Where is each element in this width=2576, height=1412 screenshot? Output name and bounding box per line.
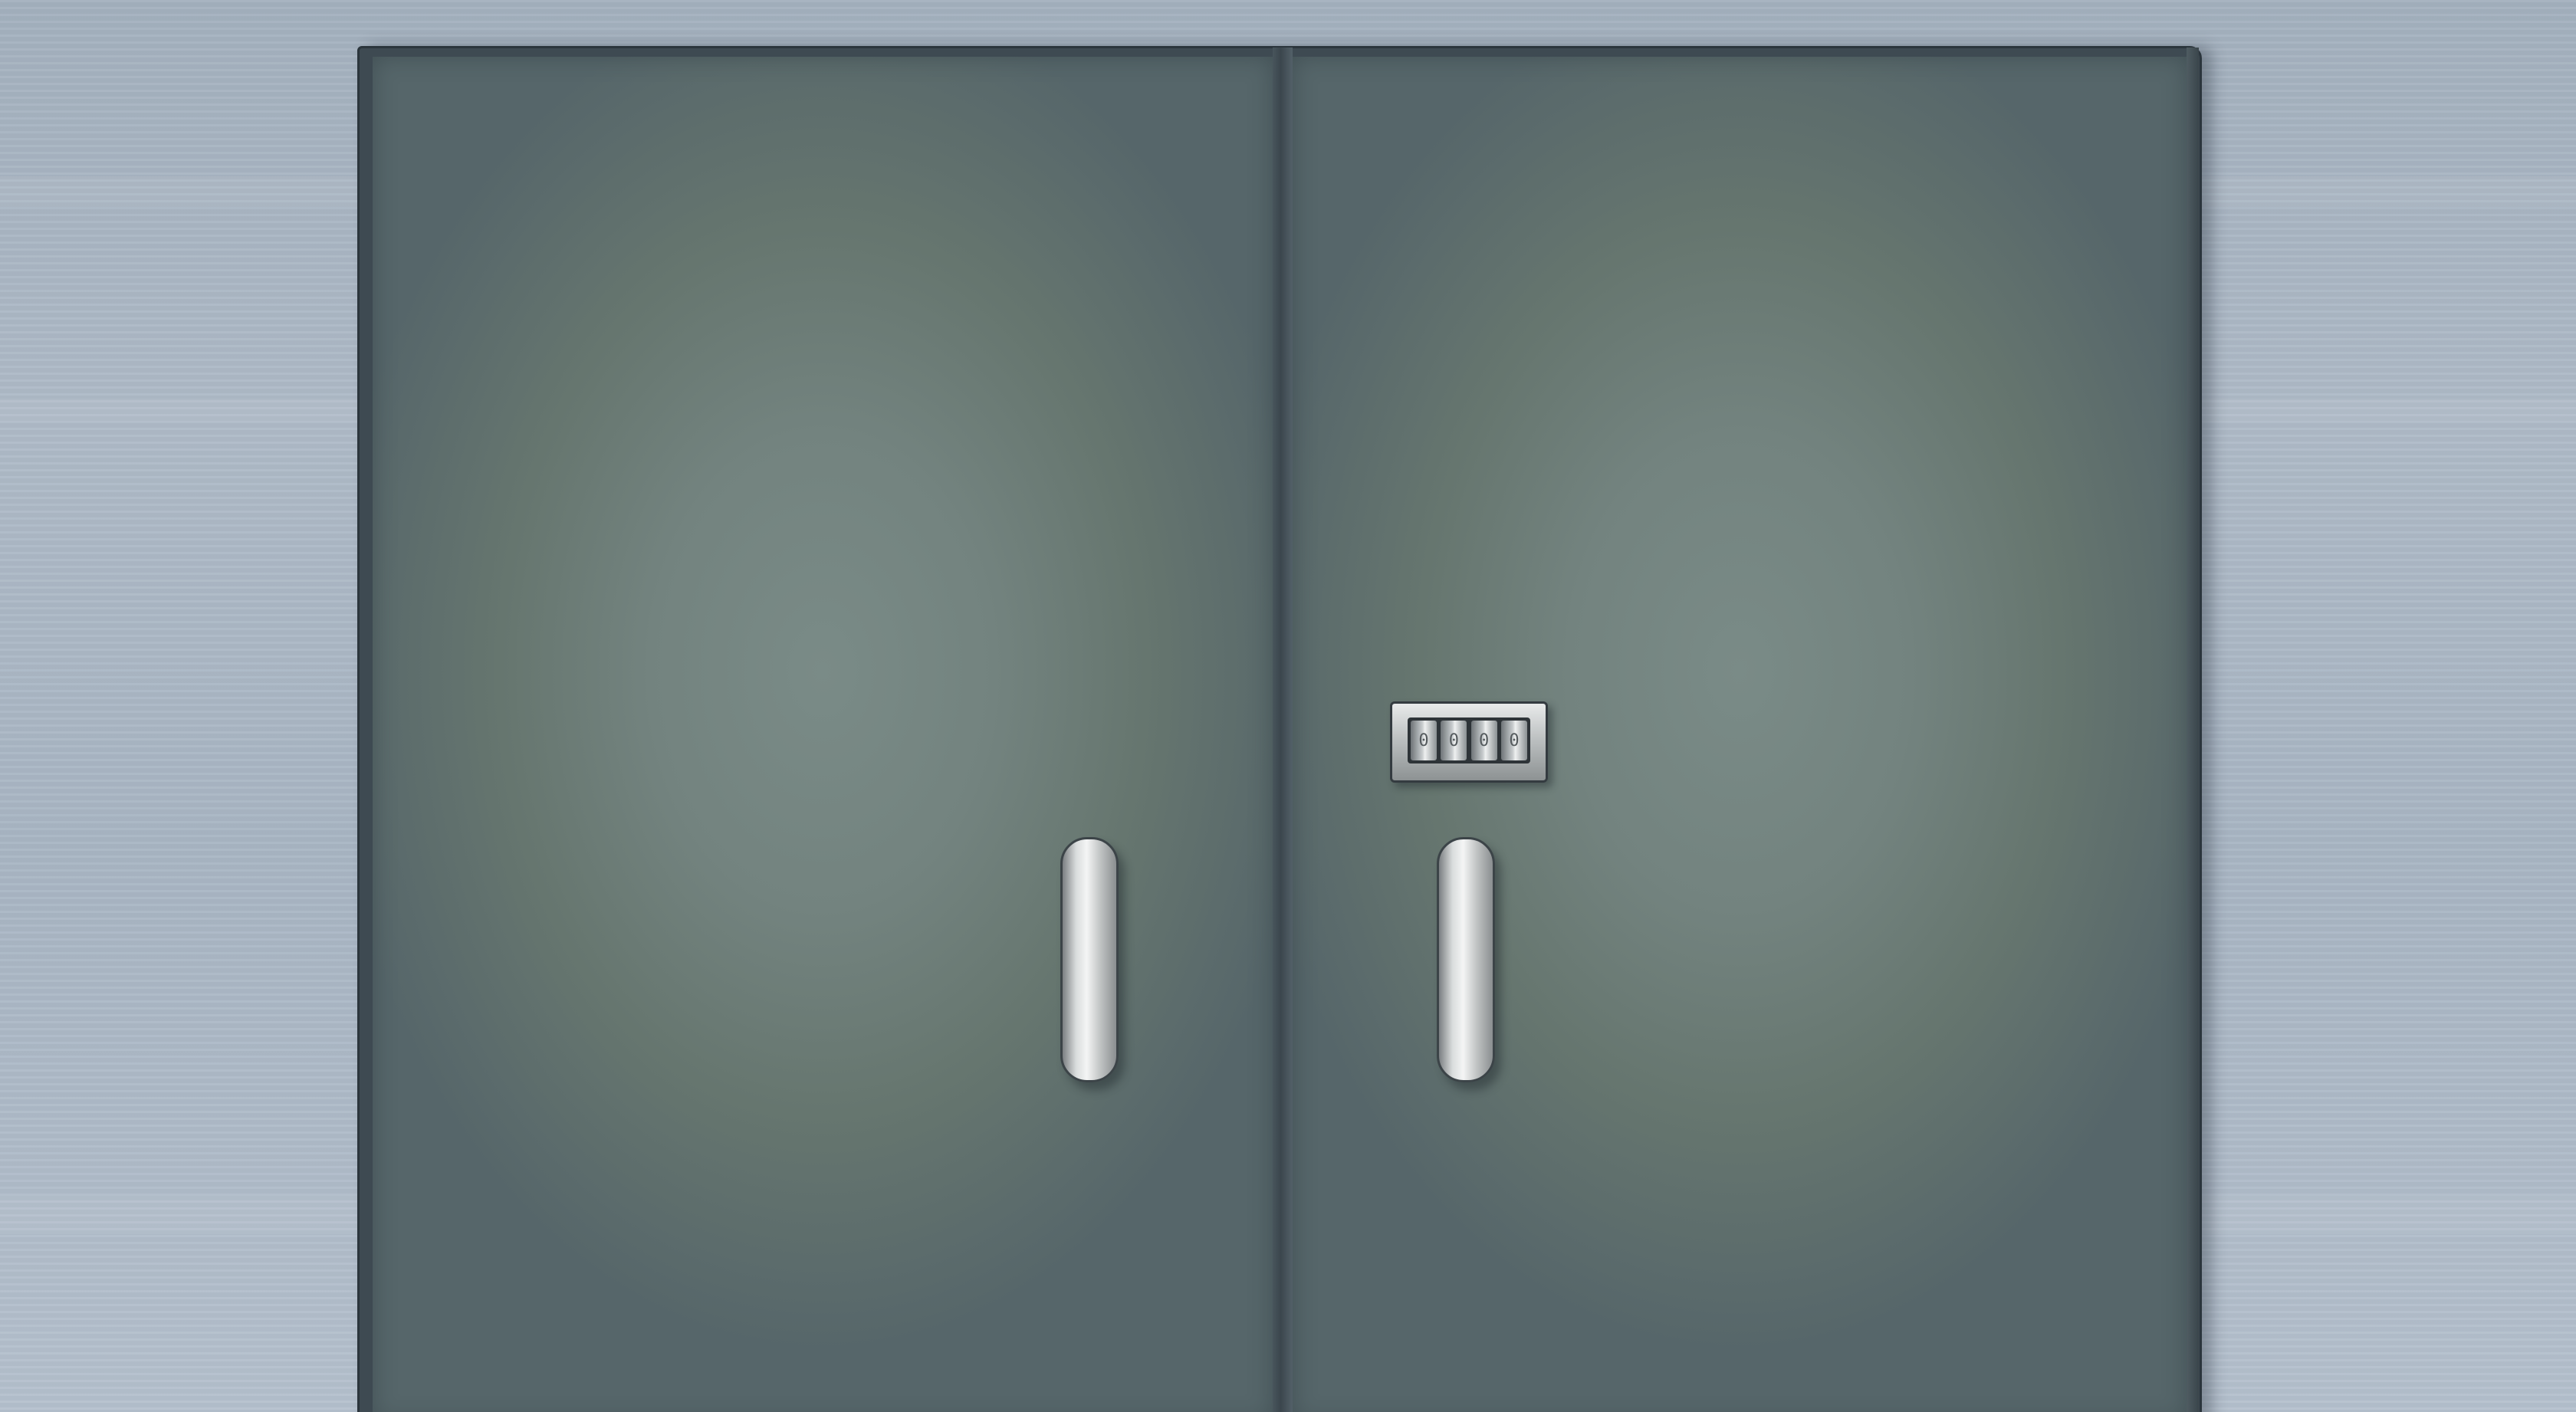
door-seam <box>1273 48 1293 1412</box>
combination-dial-2[interactable]: 0 <box>1441 721 1467 760</box>
combination-dial-1[interactable]: 0 <box>1411 721 1437 760</box>
escape-room-scene: 0 0 0 0 <box>0 0 2576 1412</box>
combination-lock[interactable]: 0 0 0 0 <box>1390 701 1548 783</box>
door-edge <box>2187 48 2199 1412</box>
combination-dial-3[interactable]: 0 <box>1470 721 1497 760</box>
left-door[interactable] <box>373 57 1273 1412</box>
right-door-handle[interactable] <box>1437 837 1495 1082</box>
combination-lock-window: 0 0 0 0 <box>1408 717 1530 763</box>
combination-dial-4[interactable]: 0 <box>1500 721 1527 760</box>
left-door-handle[interactable] <box>1060 837 1119 1082</box>
